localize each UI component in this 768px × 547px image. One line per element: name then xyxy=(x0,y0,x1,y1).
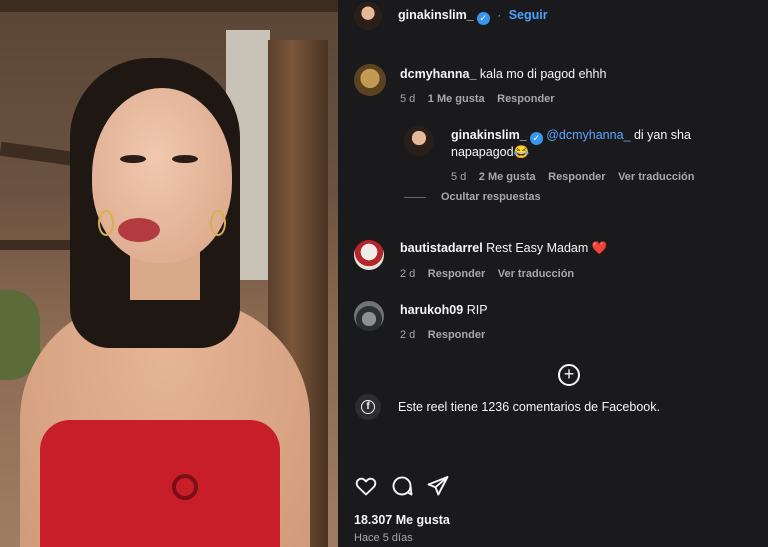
follow-button[interactable]: Seguir xyxy=(509,8,548,22)
reply-button[interactable]: Responder xyxy=(548,171,605,183)
reel-video[interactable] xyxy=(0,0,338,547)
commenter-username[interactable]: dcmyhanna_ xyxy=(400,67,476,81)
red-dress xyxy=(40,420,280,547)
post-header: ginakinslim_ ✓ · Seguir xyxy=(398,8,548,25)
ceiling-beam xyxy=(0,0,338,12)
facebook-glyph: f xyxy=(361,400,375,414)
replies-divider xyxy=(404,197,426,198)
reply-button[interactable]: Responder xyxy=(497,93,554,105)
person-eye xyxy=(172,155,198,163)
person-eye xyxy=(120,155,146,163)
comment-body: dcmyhanna_ kala mo di pagod ehhh xyxy=(400,67,606,81)
translate-button[interactable]: Ver traducción xyxy=(498,268,574,280)
commenter-username[interactable]: harukoh09 xyxy=(400,303,463,317)
commenter-username[interactable]: bautistadarrel xyxy=(400,241,483,255)
heart-icon[interactable] xyxy=(354,474,378,498)
comment-meta: 2 d Responder xyxy=(400,327,485,341)
reply-avatar[interactable] xyxy=(404,126,434,156)
dress-ring xyxy=(172,474,198,500)
commenter-avatar[interactable] xyxy=(354,64,386,96)
person-face xyxy=(92,88,232,263)
comment-body: bautistadarrel Rest Easy Madam ❤️ xyxy=(400,241,607,256)
comment-meta: 2 d Responder Ver traducción xyxy=(400,266,574,280)
comment-text: Rest Easy Madam ❤️ xyxy=(486,241,608,255)
reply-body-line1: ginakinslim_ ✓ @dcmyhanna_ di yan sha xyxy=(451,128,691,145)
reply-username[interactable]: ginakinslim_ xyxy=(451,128,527,142)
comment-likes[interactable]: 2 Me gusta xyxy=(479,171,536,183)
send-icon[interactable] xyxy=(426,474,450,498)
commenter-avatar[interactable] xyxy=(354,240,384,270)
verified-badge-icon: ✓ xyxy=(476,12,490,25)
reel-viewer: ginakinslim_ ✓ · Seguir dcmyhanna_ kala m… xyxy=(0,0,768,547)
earring xyxy=(98,210,114,236)
facebook-icon: f xyxy=(355,394,381,420)
reply-meta: 5 d 2 Me gusta Responder Ver traducción xyxy=(451,169,695,183)
comment-age: 5 d xyxy=(400,93,416,105)
reply-button[interactable]: Responder xyxy=(428,329,485,341)
separator-dot: · xyxy=(497,8,502,22)
verified-badge-icon: ✓ xyxy=(529,132,543,145)
earring xyxy=(210,210,226,236)
post-timestamp: Hace 5 días xyxy=(354,532,413,544)
person-lips xyxy=(118,218,160,242)
comment-age: 5 d xyxy=(451,171,467,183)
comment-age: 2 d xyxy=(400,268,416,280)
reply-button[interactable]: Responder xyxy=(428,268,485,280)
load-more-comments-icon[interactable]: + xyxy=(558,364,580,386)
facebook-comments-notice: Este reel tiene 1236 comentarios de Face… xyxy=(398,400,660,414)
translate-button[interactable]: Ver traducción xyxy=(618,171,694,183)
reply-body-line2: napapagod😂 xyxy=(451,145,530,159)
author-avatar[interactable] xyxy=(354,2,382,30)
comment-age: 2 d xyxy=(400,329,416,341)
commenter-avatar[interactable] xyxy=(354,301,384,331)
comment-text: RIP xyxy=(466,303,488,317)
comment-body: harukoh09 RIP xyxy=(400,303,488,317)
author-username[interactable]: ginakinslim_ xyxy=(398,8,474,22)
comment-likes[interactable]: 1 Me gusta xyxy=(428,93,485,105)
comment-meta: 5 d 1 Me gusta Responder xyxy=(400,91,555,105)
comments-panel: ginakinslim_ ✓ · Seguir dcmyhanna_ kala m… xyxy=(338,0,768,547)
comment-text: kala mo di pagod ehhh xyxy=(479,67,607,81)
comment-icon[interactable] xyxy=(390,474,414,498)
reply-mention[interactable]: @dcmyhanna_ xyxy=(546,128,630,142)
likes-count[interactable]: 18.307 Me gusta xyxy=(354,513,450,527)
reply-text: di yan sha xyxy=(630,128,691,142)
hide-replies-button[interactable]: Ocultar respuestas xyxy=(441,191,541,203)
